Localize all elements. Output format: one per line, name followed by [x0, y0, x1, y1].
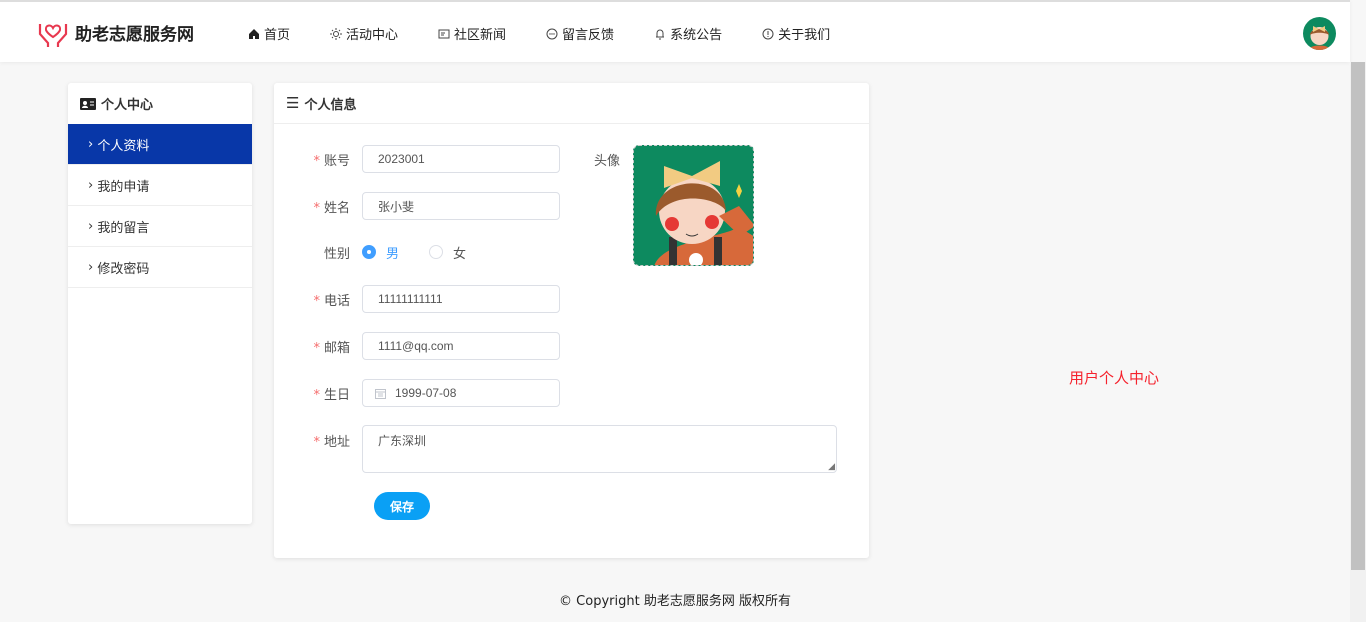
birthday-label: * 生日: [313, 387, 350, 403]
nav-label: 系统公告: [670, 28, 723, 43]
nav-label: 留言反馈: [562, 28, 615, 43]
chat-icon: [546, 28, 558, 39]
sidebar-item-label: 修改密码: [97, 261, 150, 277]
scrollbar-thumb[interactable]: [1351, 62, 1365, 570]
sidebar-item-label: 我的申请: [97, 179, 150, 195]
home-icon: [249, 28, 259, 39]
email-label: * 邮箱: [313, 340, 350, 356]
nav-notice[interactable]: 系统公告: [654, 24, 722, 43]
birthday-value: 1999-07-08: [395, 386, 457, 400]
save-button[interactable]: 保存: [374, 492, 430, 520]
avatar-label: 头像: [594, 154, 621, 169]
account-label: * 账号: [313, 153, 350, 169]
sidebar-item-label: 我的留言: [97, 220, 150, 236]
phone-input[interactable]: 11111111111: [362, 285, 560, 313]
email-input[interactable]: 1111@qq.com: [362, 332, 560, 360]
info-icon: [762, 28, 774, 39]
gender-male-radio[interactable]: 男: [362, 243, 399, 262]
profile-panel: ☰ 个人信息 * 账号 2023001 * 姓名 张小斐 性别 男 女 * 电话 11…: [274, 83, 869, 558]
gender-female-radio[interactable]: 女: [429, 243, 466, 262]
panel-title: ☰ 个人信息: [274, 83, 869, 124]
nav-activities[interactable]: 活动中心: [330, 24, 398, 43]
sidebar: 个人中心 › 个人资料 › 我的申请 › 我的留言 › 修改密码: [68, 83, 252, 524]
page-scrollbar[interactable]: [1350, 62, 1366, 622]
bell-icon: [656, 29, 665, 39]
chevron-right-icon: ›: [88, 259, 98, 275]
nav-label: 社区新闻: [454, 28, 507, 43]
main-nav: 首页 活动中心 社区新闻 留言反馈 系统公告 关于我们: [248, 24, 870, 43]
panel-title-text: 个人信息: [304, 97, 357, 113]
user-avatar[interactable]: [1303, 17, 1336, 50]
id-card-icon: [80, 97, 96, 110]
nav-feedback[interactable]: 留言反馈: [546, 24, 614, 43]
user-center-caption: 用户个人中心: [1069, 369, 1160, 387]
sidebar-title: 个人中心: [68, 83, 252, 124]
nav-news[interactable]: 社区新闻: [438, 24, 506, 43]
nav-about[interactable]: 关于我们: [762, 24, 830, 43]
nav-label: 首页: [264, 28, 291, 43]
name-input[interactable]: 张小斐: [362, 192, 560, 220]
gender-label: 性别: [323, 246, 350, 262]
avatar-uploader[interactable]: [633, 145, 755, 266]
sun-icon: [330, 27, 343, 40]
sidebar-item-messages[interactable]: › 我的留言: [68, 206, 252, 247]
logo[interactable]: 助老志愿服务网: [37, 16, 194, 48]
nav-label: 关于我们: [778, 28, 831, 43]
chevron-right-icon: ›: [88, 136, 98, 152]
phone-label: * 电话: [313, 293, 350, 309]
chevron-right-icon: ›: [88, 177, 98, 193]
nav-home[interactable]: 首页: [248, 24, 290, 43]
brand-name: 助老志愿服务网: [75, 24, 194, 45]
birthday-picker[interactable]: 1999-07-08: [362, 379, 560, 407]
name-label: * 姓名: [313, 200, 350, 216]
menu-icon: ☰: [286, 94, 300, 112]
header: 助老志愿服务网 首页 活动中心 社区新闻 留言反馈 系统公告 关于我们: [0, 0, 1350, 62]
sidebar-item-applications[interactable]: › 我的申请: [68, 165, 252, 206]
sidebar-title-text: 个人中心: [101, 98, 154, 113]
sidebar-item-password[interactable]: › 修改密码: [68, 247, 252, 288]
resize-handle-icon[interactable]: ◢: [828, 462, 835, 472]
address-textarea[interactable]: 广东深圳 ◢: [362, 425, 837, 473]
calendar-icon: [375, 388, 386, 399]
nav-label: 活动中心: [346, 28, 399, 43]
heart-hands-icon: [38, 24, 68, 47]
account-input[interactable]: 2023001: [362, 145, 560, 173]
sidebar-item-label: 个人资料: [97, 138, 150, 154]
address-label: * 地址: [313, 435, 350, 450]
sidebar-item-profile[interactable]: › 个人资料: [68, 124, 252, 165]
chevron-right-icon: ›: [88, 218, 98, 234]
news-icon: [438, 29, 450, 38]
footer-copyright: © Copyright 助老志愿服务网 版权所有: [559, 594, 791, 609]
avatar-image: [654, 161, 754, 265]
